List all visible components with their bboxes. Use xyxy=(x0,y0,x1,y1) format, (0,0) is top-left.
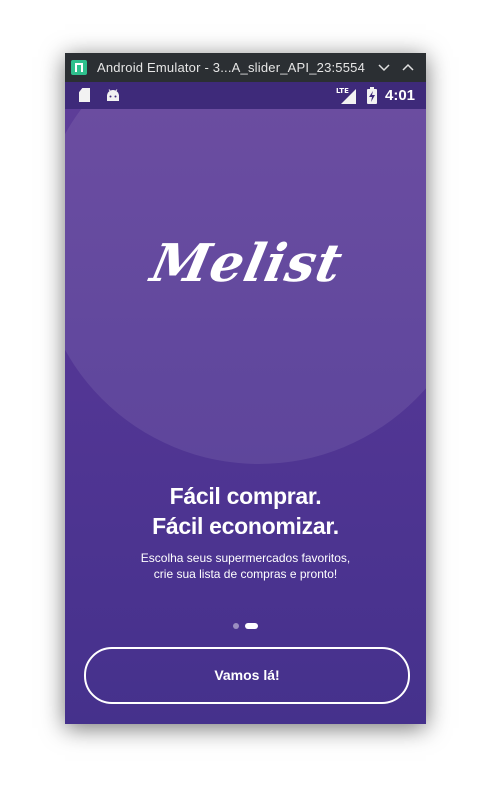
status-bar: LTE 4:01 xyxy=(65,82,426,109)
window-titlebar: Android Emulator - 3...A_slider_API_23:5… xyxy=(65,53,426,82)
emulator-window: Android Emulator - 3...A_slider_API_23:5… xyxy=(65,53,426,724)
subtitle-line-2: crie sua lista de compras e pronto! xyxy=(153,567,338,581)
chevron-up-icon[interactable] xyxy=(398,53,418,82)
status-clock: 4:01 xyxy=(385,87,416,104)
android-icon xyxy=(106,89,120,102)
headline-line-1: Fácil comprar. xyxy=(169,483,322,509)
page-indicator-dot-1[interactable] xyxy=(233,623,239,629)
window-title: Android Emulator - 3...A_slider_API_23:5… xyxy=(97,60,366,75)
chevron-down-icon[interactable] xyxy=(374,53,394,82)
subtitle-line-1: Escolha seus supermercados favoritos, xyxy=(140,551,351,565)
emulator-app-icon xyxy=(71,60,87,75)
lte-signal-icon: LTE xyxy=(336,85,358,105)
page-indicator xyxy=(65,623,426,631)
onboarding-screen: Melist Fácil comprar. Fácil economizar. … xyxy=(65,109,426,724)
melist-logo: Melist xyxy=(145,233,349,294)
sd-card-icon xyxy=(79,88,90,102)
battery-charging-icon xyxy=(367,87,377,104)
network-type-label: LTE xyxy=(336,87,349,95)
vamos-la-button[interactable]: Vamos lá! xyxy=(84,647,410,704)
headline-line-2: Fácil economizar. xyxy=(152,513,339,539)
page-indicator-dot-2-active[interactable] xyxy=(245,623,258,629)
